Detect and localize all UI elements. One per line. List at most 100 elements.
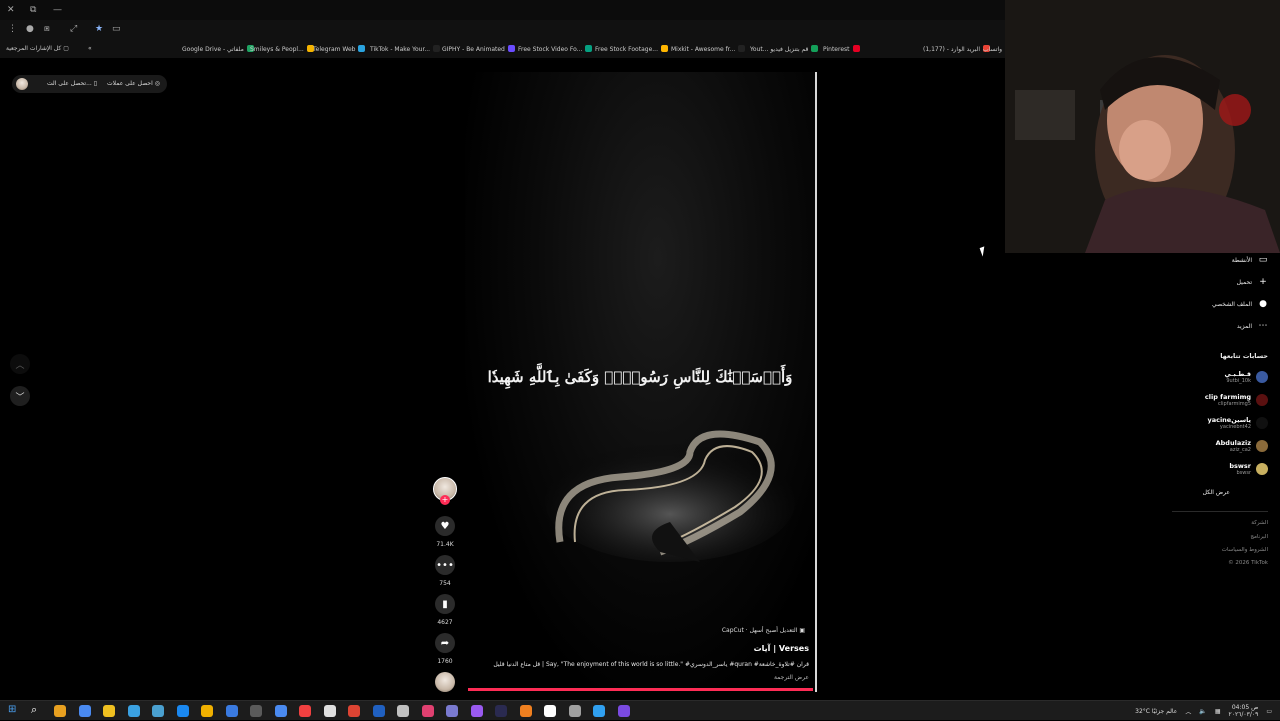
sidebar-item-more[interactable]: المزيد ⋯ <box>1237 321 1268 331</box>
taskbar-app-icon[interactable] <box>495 705 507 717</box>
save-button[interactable]: ▮ <box>435 594 455 614</box>
taskbar-app-icon[interactable] <box>568 705 581 717</box>
account-avatar <box>1256 440 1268 452</box>
bookmark-favicon-icon <box>433 45 441 52</box>
taskbar-app-icon[interactable] <box>78 705 91 717</box>
restore-icon[interactable]: ⧉ <box>30 0 36 20</box>
user-avatar[interactable] <box>16 78 28 90</box>
sidebar-divider <box>1172 511 1268 512</box>
taskbar-app-icon[interactable] <box>397 705 409 717</box>
windows-start-icon[interactable]: ⊞ <box>8 704 16 715</box>
following-account[interactable]: bswsr bswsr <box>1229 462 1268 476</box>
video-progress-bar[interactable] <box>468 688 813 691</box>
bookmark-item[interactable]: Smileys & Peopl... <box>250 45 314 53</box>
network-icon[interactable]: ▦ <box>1215 708 1221 715</box>
taskbar-app-icon[interactable] <box>152 705 164 717</box>
taskbar-app-icon[interactable] <box>519 705 532 717</box>
sidebar-item-profile[interactable]: الملف الشخصي ● <box>1212 299 1268 309</box>
close-icon[interactable]: ✕ <box>7 0 15 20</box>
minimize-icon[interactable]: — <box>53 0 62 20</box>
footer-link[interactable]: البرنامج <box>1250 534 1268 540</box>
video-player[interactable]: وَأَرۡسَلۡنَٰكَ لِلنَّاسِ رَسُولٗاۚ وَكَ… <box>465 72 815 692</box>
music-disc[interactable] <box>435 672 455 692</box>
sidebar-item-label: الملف الشخصي <box>1212 300 1252 308</box>
all-bookmarks-link[interactable]: كل الإشارات المرجعية ▢ <box>6 45 69 52</box>
weather-widget[interactable]: 32°C عالم جزئيًا <box>1135 708 1177 715</box>
clock[interactable]: 04:05 ص ٢٠٢٦/٠٣/٠٩ <box>1229 704 1259 718</box>
bookmark-item[interactable]: TikTok - Make Your... <box>370 45 441 53</box>
account-username: 9utbi_10k <box>1226 378 1251 384</box>
bookmark-item[interactable]: Google Drive - ملفاتي <box>182 45 254 53</box>
following-account[interactable]: Abdulaziz aziz_ca2 <box>1216 439 1268 453</box>
menu-dots-icon[interactable]: ⋮ <box>8 19 17 39</box>
sidebar-item-upload[interactable]: تحميل + <box>1237 277 1268 287</box>
previous-video-button[interactable]: ︿ <box>10 354 30 374</box>
get-app-button[interactable]: تحصل على الت... ▯ <box>47 80 97 87</box>
video-description: قل متاع الدنيا قليل | Say, "The enjoymen… <box>493 661 809 668</box>
following-account[interactable]: قـطـبـي 9utbi_10k <box>1225 370 1268 384</box>
taskbar-app-icon[interactable] <box>274 705 287 717</box>
bookmark-item[interactable]: Telegram Web <box>313 45 366 53</box>
taskbar-app-icon[interactable] <box>176 705 189 717</box>
taskbar-app-icon[interactable] <box>617 705 630 717</box>
mouse-cursor <box>979 246 988 257</box>
capcut-badge[interactable]: CapCut · التعديل أصبح أسهل ▣ <box>560 627 805 634</box>
taskbar-app-icon[interactable] <box>250 705 262 717</box>
bookmark-item[interactable]: Yout... قم بتنزيل فيديو <box>750 45 819 53</box>
tray-chevron-icon[interactable]: ︿ <box>1185 707 1191 716</box>
profile-icon: ● <box>1259 299 1267 309</box>
see-translation-link[interactable]: عرض الترجمة <box>700 674 809 681</box>
get-coins-button[interactable]: احصل على عملات ◎ <box>107 80 160 87</box>
sidebar-item-activity[interactable]: الأنشطة ▭ <box>1232 255 1268 265</box>
cast-icon[interactable]: ▭ <box>112 19 121 39</box>
bookmarks-overflow-icon[interactable]: « <box>88 45 92 52</box>
taskbar-app-icon[interactable] <box>421 705 434 717</box>
taskbar-app-icon[interactable] <box>372 705 385 717</box>
taskbar-app-icon[interactable] <box>323 705 336 717</box>
see-all-link[interactable]: عرض الكل <box>1203 489 1230 496</box>
taskbar-app-icon[interactable] <box>299 705 311 717</box>
next-video-button[interactable]: ﹀ <box>10 386 30 406</box>
footer-link[interactable]: الشروط والسياسات <box>1222 547 1268 553</box>
following-account[interactable]: yacineياسين yacinebnt42 <box>1207 416 1268 430</box>
video-scrollbar[interactable] <box>815 72 817 692</box>
taskbar-app-icon[interactable] <box>470 705 483 717</box>
footer-link[interactable]: © 2026 TikTok <box>1228 560 1268 566</box>
footer-link[interactable]: الشركة <box>1251 520 1268 526</box>
bookmark-item[interactable]: Free Stock Video Fo... <box>518 45 593 53</box>
search-icon[interactable]: ⌕ <box>31 703 37 717</box>
following-account[interactable]: clip farmimg clipfarmimg5 <box>1205 393 1268 407</box>
follow-plus-icon[interactable]: + <box>440 495 450 505</box>
heart-icon: ♥ <box>440 520 450 532</box>
comment-count: 754 <box>439 580 451 587</box>
like-button[interactable]: ♥ <box>435 516 455 536</box>
bookmark-item[interactable]: Pinterest <box>823 45 860 53</box>
share-button[interactable]: ➦ <box>435 633 455 653</box>
taskbar-app-icon[interactable] <box>544 705 556 717</box>
profile-icon[interactable]: ● <box>26 19 34 39</box>
star-icon[interactable]: ★ <box>95 19 103 39</box>
taskbar-app-icon[interactable] <box>127 705 140 717</box>
comment-icon: ••• <box>436 559 454 571</box>
screenshot-icon[interactable]: ⤢ <box>70 19 77 39</box>
following-title: حسابات تتابعها <box>1220 352 1268 360</box>
extension-icon[interactable]: ⧆ <box>44 19 50 39</box>
bookmark-item[interactable]: Mixkit - Awesome fr... <box>671 45 746 53</box>
taskbar-app-icon[interactable] <box>348 705 360 717</box>
taskbar-app-icon[interactable] <box>103 705 115 717</box>
taskbar-app-icon[interactable] <box>201 705 213 717</box>
system-tray: 32°C عالم جزئيًا ︿ 🔈 ▦ 04:05 ص ٢٠٢٦/٠٣/٠… <box>1135 701 1272 721</box>
bookmark-item[interactable]: Free Stock Footage... <box>595 45 668 53</box>
taskbar-app-icon[interactable] <box>225 705 238 717</box>
volume-icon[interactable]: 🔈 <box>1199 708 1206 715</box>
taskbar-app-icon[interactable] <box>593 705 605 717</box>
taskbar-app-icon[interactable] <box>54 705 66 717</box>
account-username: bswsr <box>1236 470 1251 476</box>
comment-button[interactable]: ••• <box>435 555 455 575</box>
taskbar-app-icon[interactable] <box>446 705 458 717</box>
bookmark-item[interactable]: البريد الوارد - (1,177) <box>923 45 991 53</box>
verse-text: وَأَرۡسَلۡنَٰكَ لِلنَّاسِ رَسُولٗاۚ وَكَ… <box>487 368 793 386</box>
notification-icon[interactable]: ▭ <box>1266 708 1272 715</box>
like-count: 71.4K <box>436 541 454 548</box>
bookmark-item[interactable]: GIPHY - Be Animated <box>442 45 515 53</box>
